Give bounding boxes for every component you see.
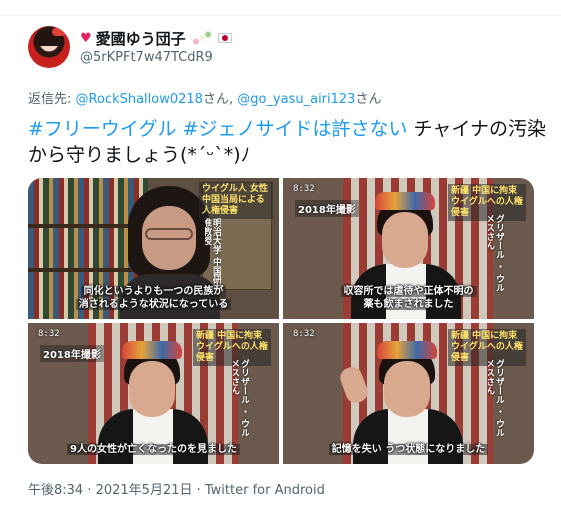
dango-icon (191, 30, 212, 46)
japan-flag-icon (217, 33, 232, 43)
video-subtitle: 9人の女性が亡くなったのを見ました (28, 443, 279, 456)
video-headline: 新疆 中国に拘束 ウイグルへの人権侵害 (193, 329, 271, 366)
video-timecode: 8:32 (293, 184, 315, 194)
subtitle-line-1: 9人の女性が亡くなったのを見ました (67, 444, 240, 455)
display-name-row[interactable]: ♥ 愛國ゆう団子 (80, 28, 232, 48)
subtitle-line-1: 同化というよりも一つの民族が (80, 286, 227, 297)
media-photo-4[interactable]: 8:32 新疆 中国に拘束 ウイグルへの人権侵害 グリザール ・ ウルメスさん … (283, 323, 534, 464)
video-subtitle: 収容所では虐待や正体不明の 薬も飲まされました (283, 285, 534, 311)
media-photo-1[interactable]: ウイグル人 女性 中国当局による人権侵害 明治大学 中国研究 准教授 同化という… (28, 178, 279, 319)
heart-icon: ♥ (80, 30, 92, 46)
video-subtitle: 記憶を失い うつ状態になりました (283, 443, 534, 456)
top-border (0, 0, 561, 16)
headscarf (377, 341, 437, 359)
headscarf (122, 341, 182, 359)
avatar-bow (52, 28, 66, 36)
video-headline: 新疆 中国に拘束 ウイグルへの人権侵害 (448, 184, 526, 221)
tweet-timestamp: 午後8:34 · 2021年5月21日 · Twitter for Androi… (28, 479, 325, 498)
subtitle-line-1: 記憶を失い うつ状態になりました (328, 444, 489, 455)
video-headline: ウイグル人 女性 中国当局による人権侵害 (199, 182, 273, 219)
person-face (382, 212, 428, 268)
headscarf (375, 192, 435, 210)
video-timecode: 8:32 (293, 329, 315, 339)
person-face (384, 361, 430, 417)
hashtag-link-1[interactable]: #フリーウイグル (28, 118, 177, 140)
reply-suffix-2: さん (355, 92, 382, 107)
year-label: 2018年撮影 (40, 345, 104, 362)
tweet-text: #フリーウイグル #ジェノサイドは許さない チャイナの汚染から守りましょう(*ˊ… (28, 116, 548, 168)
subtitle-line-1: 収容所では虐待や正体不明の (340, 286, 477, 297)
tweet-card: ♥ 愛國ゆう団子 @5rKPFt7w47TCdR9 返信先: @RockShal… (0, 0, 561, 513)
hashtag-link-2[interactable]: #ジェノサイドは許さない (183, 118, 408, 140)
timestamp-link[interactable]: 午後8:34 · 2021年5月21日 · (28, 483, 205, 498)
media-photo-2[interactable]: 8:32 2018年撮影 新疆 中国に拘束 ウイグルへの人権侵害 グリザール ・… (283, 178, 534, 319)
reply-to-line: 返信先: @RockShallow0218さん, @go_yasu_airi12… (28, 88, 381, 107)
video-timecode: 8:32 (38, 329, 60, 339)
mention-link-2[interactable]: @go_yasu_airi123 (237, 92, 355, 107)
avatar[interactable] (28, 26, 70, 68)
video-subtitle: 同化というよりも一つの民族が 消されるような状況になっている (28, 285, 279, 311)
reply-prefix: 返信先: (28, 92, 76, 107)
video-headline: 新疆 中国に拘束 ウイグルへの人権侵害 (448, 329, 526, 366)
speaker-label: グリザール ・ ウルメスさん (233, 359, 249, 438)
media-photo-3[interactable]: 8:32 2018年撮影 新疆 中国に拘束 ウイグルへの人権侵害 グリザール ・… (28, 323, 279, 464)
reply-suffix-1: さん, (202, 92, 238, 107)
speaker-label: グリザール ・ ウルメスさん (488, 359, 504, 438)
user-handle[interactable]: @5rKPFt7w47TCdR9 (80, 50, 213, 65)
mention-link-1[interactable]: @RockShallow0218 (76, 92, 203, 107)
source-link[interactable]: Twitter for Android (205, 483, 325, 498)
subtitle-line-2: 消されるような状況になっている (75, 299, 232, 310)
display-name[interactable]: 愛國ゆう団子 (96, 28, 186, 49)
year-label: 2018年撮影 (295, 200, 359, 217)
media-grid: ウイグル人 女性 中国当局による人権侵害 明治大学 中国研究 准教授 同化という… (28, 178, 534, 464)
glasses (145, 228, 193, 240)
person-face (129, 361, 175, 417)
subtitle-line-2: 薬も飲まされました (360, 299, 457, 310)
